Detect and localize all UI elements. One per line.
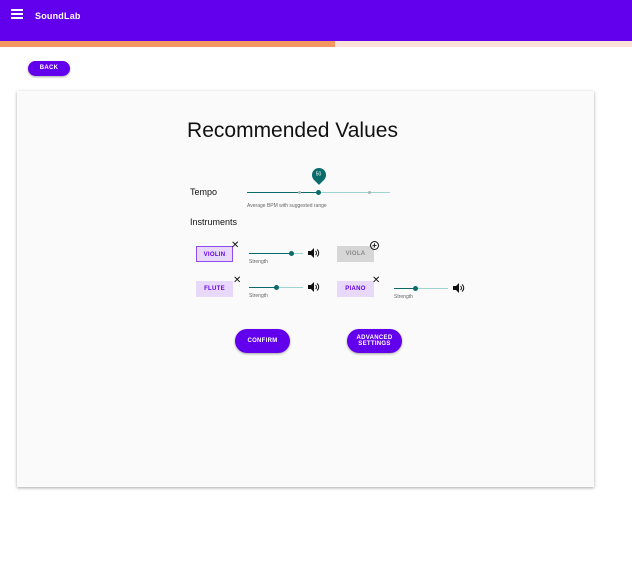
hamburger-icon[interactable]: [11, 9, 23, 21]
flute-track-active: [249, 287, 276, 288]
recommended-card: Recommended Values Tempo 50 Average BPM …: [17, 91, 594, 487]
close-icon[interactable]: ✕: [231, 241, 239, 251]
piano-thumb[interactable]: [413, 286, 419, 291]
advanced-settings-button[interactable]: ADVANCED SETTINGS: [347, 329, 402, 353]
tempo-range-low-tick: [298, 191, 302, 194]
tempo-hint: Average BPM with suggested range: [247, 203, 327, 209]
chip-flute[interactable]: FLUTE: [196, 281, 233, 297]
volume-icon[interactable]: [308, 248, 320, 258]
progress-bar: [0, 41, 632, 47]
violin-thumb[interactable]: [288, 251, 294, 256]
back-button[interactable]: BACK: [28, 61, 70, 76]
violin-strength-label: Strength: [249, 259, 268, 265]
volume-icon[interactable]: [453, 283, 465, 293]
violin-track-active: [249, 253, 292, 254]
close-icon[interactable]: ✕: [233, 276, 241, 286]
instruments-label: Instruments: [190, 217, 238, 227]
tempo-value-bubble: 50: [308, 165, 329, 185]
close-icon[interactable]: ✕: [372, 276, 380, 286]
add-circle-icon[interactable]: +: [370, 241, 379, 250]
advanced-settings-line2: SETTINGS: [358, 341, 391, 347]
piano-strength-label: Strength: [394, 294, 413, 300]
chip-piano[interactable]: PIANO: [337, 281, 374, 297]
tempo-thumb[interactable]: [316, 190, 321, 195]
tempo-value: 50: [315, 171, 321, 178]
chip-viola[interactable]: VIOLA: [337, 246, 374, 262]
tempo-label: Tempo: [190, 187, 218, 197]
app-title: SoundLab: [35, 11, 81, 21]
confirm-button[interactable]: CONFIRM: [235, 329, 290, 353]
tempo-track-active: [247, 192, 319, 193]
flute-thumb[interactable]: [273, 285, 279, 290]
chip-violin[interactable]: VIOLIN: [196, 246, 233, 262]
progress-fill: [0, 41, 335, 47]
app-bar: SoundLab: [0, 0, 632, 41]
page-title: Recommended Values: [187, 119, 398, 142]
flute-strength-label: Strength: [249, 293, 268, 299]
volume-icon[interactable]: [308, 282, 320, 292]
